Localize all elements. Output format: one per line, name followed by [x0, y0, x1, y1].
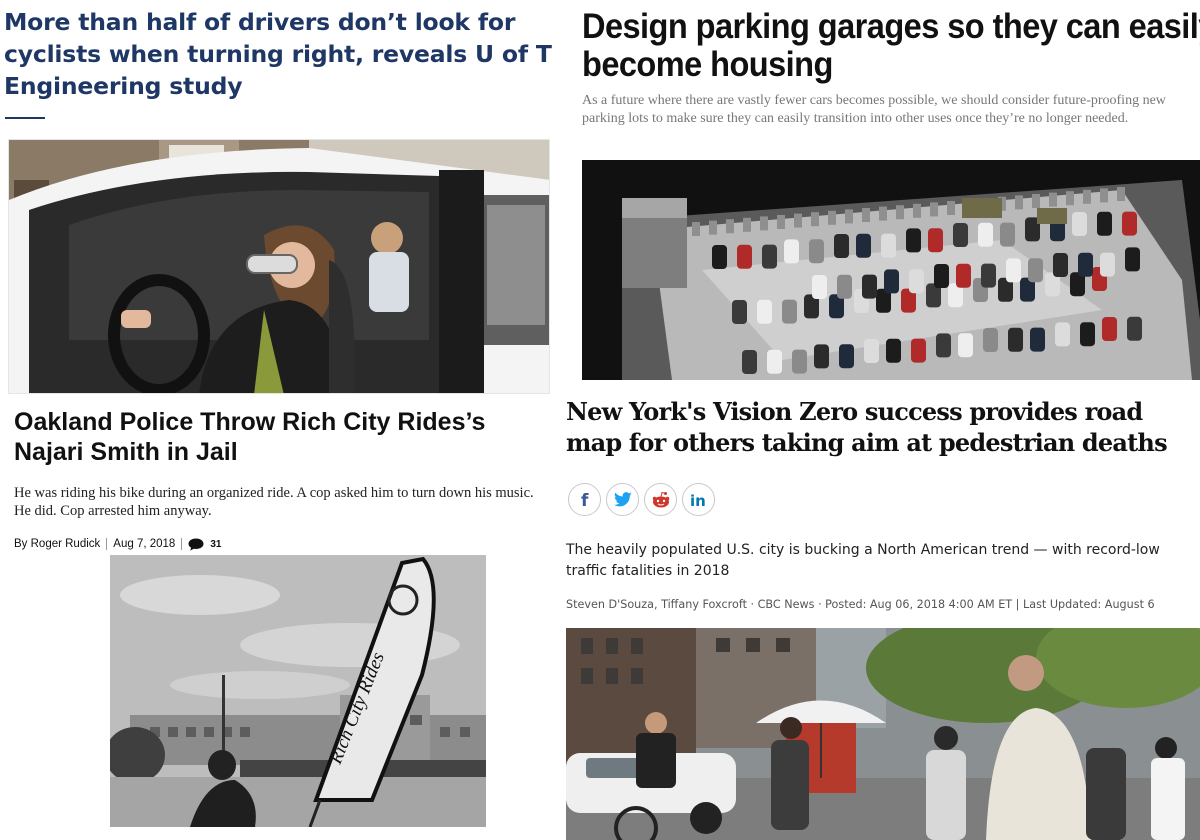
- linkedin-share-button[interactable]: in: [682, 483, 715, 516]
- twitter-share-button[interactable]: [606, 483, 639, 516]
- cbc-article: New York's Vision Zero success provides …: [558, 388, 1200, 840]
- share-buttons: f in: [568, 483, 715, 516]
- uoft-headline[interactable]: More than half of drivers don’t look for…: [4, 6, 574, 102]
- uoft-article: More than half of drivers don’t look for…: [0, 0, 575, 400]
- author-link[interactable]: By Roger Rudick: [14, 538, 100, 550]
- parking-headline-line1: Design parking garages so they can easil…: [582, 7, 1200, 46]
- facebook-share-button[interactable]: f: [568, 483, 601, 516]
- publish-date: Aug 7, 2018: [113, 538, 176, 550]
- driver-study-photo[interactable]: [8, 139, 550, 394]
- facebook-icon: f: [577, 491, 593, 509]
- parking-headline[interactable]: Design parking garages so they can easil…: [582, 8, 1200, 84]
- oakland-dek-line1: He was riding his bike during an organiz…: [14, 485, 534, 501]
- svg-text:in: in: [690, 492, 706, 508]
- comment-count[interactable]: 31: [210, 539, 221, 550]
- nyc-street-photo[interactable]: [566, 628, 1200, 840]
- byline: By Roger Rudick Aug 7, 2018 31: [14, 536, 221, 552]
- linkedin-icon: in: [689, 492, 709, 508]
- twitter-icon: [613, 492, 632, 507]
- oakland-article: Oakland Police Throw Rich City Rides’s N…: [0, 397, 556, 840]
- reddit-icon: [651, 491, 671, 509]
- parking-dek: As a future where there are vastly fewer…: [582, 93, 1166, 126]
- svg-text:f: f: [581, 491, 589, 509]
- parking-garage-aerial-photo[interactable]: [582, 160, 1200, 380]
- byline-divider: [181, 538, 183, 550]
- rich-city-rides-photo[interactable]: Rich City Rides: [110, 555, 486, 827]
- oakland-headline[interactable]: Oakland Police Throw Rich City Rides’s N…: [14, 407, 556, 467]
- reddit-share-button[interactable]: [644, 483, 677, 516]
- headline-underline: [5, 117, 45, 119]
- comment-icon[interactable]: [188, 538, 204, 551]
- cbc-dek: The heavily populated U.S. city is bucki…: [566, 542, 1160, 579]
- oakland-dek-line2: He did. Cop arrested him anyway.: [14, 503, 212, 519]
- cbc-byline-meta: Steven D'Souza, Tiffany Foxcroft · CBC N…: [566, 598, 1155, 611]
- parking-article: Design parking garages so they can easil…: [577, 0, 1200, 385]
- cbc-headline[interactable]: New York's Vision Zero success provides …: [566, 396, 1200, 458]
- byline-divider: [106, 538, 108, 550]
- parking-headline-line2: become housing: [582, 45, 833, 84]
- oakland-dek: He was riding his bike during an organiz…: [14, 484, 556, 520]
